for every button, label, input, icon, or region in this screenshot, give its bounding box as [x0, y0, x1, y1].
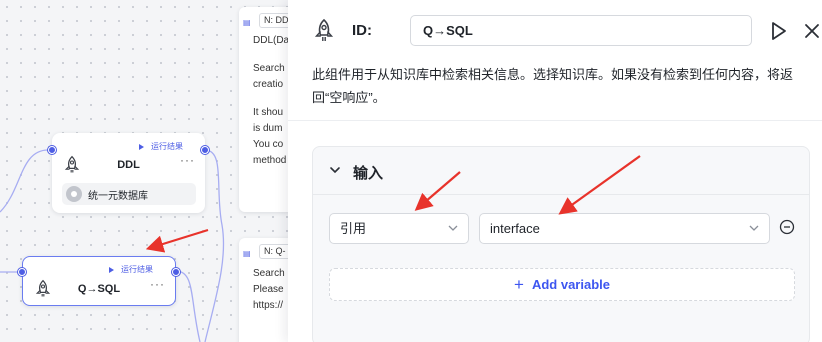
note-card[interactable]: ▤ N: DD DDL(Da Search creatio It shou is… — [239, 7, 288, 212]
note-line: https:// — [253, 300, 284, 311]
chevron-down-icon — [749, 225, 759, 231]
selected-value: 引用 — [340, 221, 367, 236]
note-line: Search — [253, 268, 285, 279]
note-line: DDL(Da — [253, 35, 288, 46]
plus-icon: + — [514, 275, 524, 294]
note-card[interactable]: ▤ N: Q- Search Please https:// — [239, 238, 288, 342]
variable-select[interactable]: interface — [479, 213, 770, 244]
id-label: ID: — [352, 22, 372, 39]
input-section-header[interactable]: 输入 — [313, 147, 809, 195]
note-line — [253, 49, 288, 61]
component-description: 此组件用于从知识库中检索相关信息。选择知识库。如果没有检索到任何内容，将返回“空… — [312, 67, 794, 105]
note-line: It shou — [253, 107, 284, 118]
play-icon[interactable] — [770, 20, 788, 42]
note-icon: ▤ — [243, 18, 251, 27]
run-result-link[interactable]: 运行结果 — [109, 264, 153, 275]
play-icon — [139, 143, 144, 150]
add-variable-button[interactable]: + Add variable — [329, 268, 795, 301]
note-line — [253, 93, 288, 105]
note-line: is dum — [253, 123, 283, 134]
input-port[interactable] — [48, 146, 56, 154]
run-result-link[interactable]: 运行结果 — [139, 141, 183, 152]
section-title: 输入 — [353, 165, 384, 182]
input-section: 输入 引用 interface + Add variable — [312, 146, 810, 342]
note-icon: ▤ — [243, 249, 251, 258]
reference-type-select[interactable]: 引用 — [329, 213, 469, 244]
more-icon[interactable]: ··· — [150, 277, 165, 291]
divider — [288, 120, 822, 121]
note-line: You co — [253, 139, 284, 150]
component-config-panel: ID: 此组件用于从知识库中检索相关信息。选择知识库。如果没有检索到任何内容，将… — [288, 0, 822, 342]
add-variable-label: Add variable — [531, 277, 610, 292]
input-port[interactable] — [18, 268, 26, 276]
avatar — [66, 186, 82, 202]
selected-value: interface — [490, 221, 540, 236]
knowledge-base-name: 统一元数据库 — [88, 190, 148, 202]
note-line: Please — [253, 284, 284, 295]
more-icon[interactable]: ··· — [180, 153, 195, 167]
workflow-canvas[interactable]: 运行结果 DDL ··· 统一元数据库 运行结果 Q→SQL ··· ▤ N: … — [0, 0, 288, 342]
ddl-node[interactable]: 运行结果 DDL ··· 统一元数据库 — [52, 133, 205, 213]
id-input[interactable] — [410, 15, 752, 46]
rocket-icon — [314, 18, 334, 41]
note-line: Search — [253, 63, 285, 74]
play-icon — [109, 266, 114, 273]
minus-circle-icon[interactable] — [779, 219, 795, 235]
chevron-down-icon — [448, 225, 458, 231]
chevron-down-icon[interactable] — [329, 164, 341, 176]
close-icon[interactable] — [802, 20, 822, 42]
q-sql-node[interactable]: 运行结果 Q→SQL ··· — [22, 256, 176, 306]
note-tag: N: DD — [259, 13, 288, 28]
note-line: method — [253, 155, 287, 166]
output-port[interactable] — [172, 268, 180, 276]
note-line: creatio — [253, 79, 284, 90]
knowledge-base-chip[interactable]: 统一元数据库 — [62, 183, 196, 205]
note-tag: N: Q- — [259, 244, 288, 259]
output-port[interactable] — [201, 146, 209, 154]
